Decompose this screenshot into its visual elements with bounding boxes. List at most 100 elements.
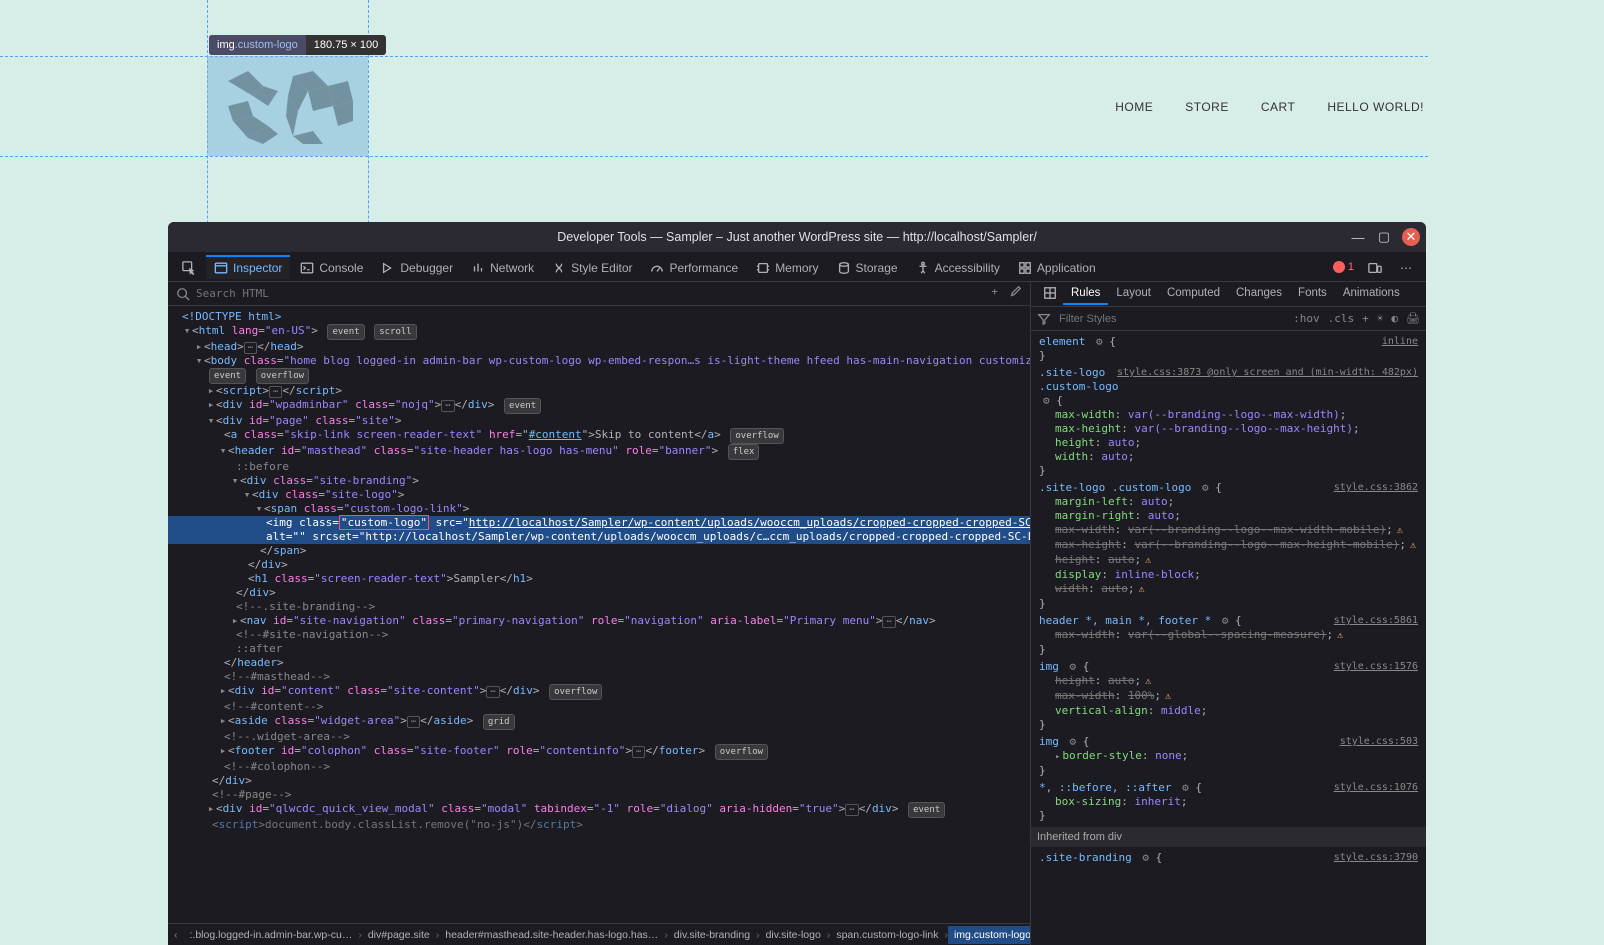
nav-link-hello[interactable]: HELLO WORLD! <box>1327 100 1424 114</box>
styles-tab-layout[interactable]: Layout <box>1108 283 1159 305</box>
breadcrumb-item-selected[interactable]: img.custom-logo <box>948 926 1030 944</box>
gear-icon: ⚙ <box>1182 781 1189 794</box>
dom-node: ▸<script>⋯</script> <box>168 384 1030 398</box>
element-tooltip: img.custom-logo 180.75 × 100 <box>209 35 386 55</box>
styles-tab-changes[interactable]: Changes <box>1228 283 1290 305</box>
styles-tab-fonts[interactable]: Fonts <box>1290 283 1335 305</box>
dom-node: ▸<div id="content" class="site-content">… <box>168 684 1030 700</box>
minimize-button[interactable]: — <box>1350 229 1366 245</box>
styles-tab-rules[interactable]: Rules <box>1063 283 1108 305</box>
tab-style-editor[interactable]: Style Editor <box>544 255 640 279</box>
gear-icon: ⚙ <box>1222 614 1229 627</box>
hov-button[interactable]: :hov <box>1293 312 1320 325</box>
dom-comment: <!--.widget-area--> <box>168 730 1030 744</box>
tab-accessibility[interactable]: Accessibility <box>908 255 1008 279</box>
cls-button[interactable]: .cls <box>1328 312 1355 325</box>
warning-icon[interactable]: ⚠ <box>1337 630 1343 641</box>
breadcrumb-item[interactable]: span.custom-logo-link <box>830 926 944 944</box>
bc-scroll-left[interactable]: ‹ <box>168 929 184 941</box>
print-button[interactable]: 🖨 <box>1406 312 1420 325</box>
css-rule[interactable]: img ⚙ {style.css:1576 height: auto;⚠ max… <box>1039 660 1418 732</box>
tab-memory[interactable]: Memory <box>748 255 826 279</box>
dom-node: ▸<head>⋯</head> <box>168 340 1030 354</box>
add-rule-button[interactable]: + <box>1362 312 1369 325</box>
css-rule[interactable]: header *, main *, footer * ⚙ {style.css:… <box>1039 614 1418 657</box>
dom-node: <a class="skip-link screen-reader-text" … <box>168 428 1030 444</box>
layout-icon[interactable] <box>1037 282 1063 307</box>
gear-icon: ⚙ <box>1202 481 1209 494</box>
devtools-window: Developer Tools — Sampler – Just another… <box>168 222 1426 945</box>
warning-icon[interactable]: ⚠ <box>1139 584 1145 595</box>
dom-node: <!DOCTYPE html> <box>168 310 1030 324</box>
nav-link-cart[interactable]: CART <box>1261 100 1295 114</box>
rules-list[interactable]: element ⚙ {inline} .site-logostyle.css:3… <box>1031 331 1426 945</box>
dom-comment: <!--#site-navigation--> <box>168 628 1030 642</box>
light-scheme-button[interactable]: ☀ <box>1377 312 1384 325</box>
dom-node: </span> <box>168 544 1030 558</box>
inherited-header: Inherited from div <box>1031 827 1426 847</box>
css-rule[interactable]: img ⚙ {style.css:503 ▸border-style: none… <box>1039 735 1418 778</box>
warning-icon[interactable]: ⚠ <box>1145 676 1151 687</box>
tab-storage[interactable]: Storage <box>829 255 906 279</box>
styles-tab-animations[interactable]: Animations <box>1335 283 1408 305</box>
warning-icon[interactable]: ⚠ <box>1145 555 1151 566</box>
filter-input[interactable] <box>1059 313 1285 325</box>
tab-debugger[interactable]: Debugger <box>373 255 461 279</box>
dom-node: <h1 class="screen-reader-text">Sampler</… <box>168 572 1030 586</box>
warning-icon[interactable]: ⚠ <box>1410 540 1416 551</box>
tab-performance[interactable]: Performance <box>642 255 746 279</box>
dom-node: event overflow <box>168 368 1030 384</box>
dom-node: ▸<div id="qlwcdc_quick_view_modal" class… <box>168 802 1030 818</box>
tab-console[interactable]: Console <box>292 255 371 279</box>
css-rule[interactable]: element ⚙ {inline} <box>1039 335 1418 363</box>
selected-element-highlight <box>207 56 368 156</box>
dom-node: ▾<html lang="en-US"> event scroll <box>168 324 1030 340</box>
add-node-button[interactable]: + <box>991 285 998 302</box>
filter-row: :hov .cls + ☀ ◐ 🖨 <box>1031 307 1426 331</box>
css-rule[interactable]: .site-logo .custom-logo ⚙ {style.css:386… <box>1039 481 1418 611</box>
gear-icon: ⚙ <box>1142 851 1149 864</box>
devtools-toolbar: Inspector Console Debugger Network Style… <box>168 252 1426 282</box>
styles-panel: Rules Layout Computed Changes Fonts Anim… <box>1031 282 1426 945</box>
gear-icon: ⚙ <box>1096 335 1103 348</box>
warning-icon[interactable]: ⚠ <box>1165 691 1171 702</box>
breadcrumb-item[interactable]: div#page.site <box>362 926 436 944</box>
eyedropper-button[interactable] <box>1008 285 1022 302</box>
search-input[interactable] <box>196 287 985 300</box>
dom-node: </div> <box>168 586 1030 600</box>
error-count[interactable]: 1 <box>1329 260 1358 274</box>
warning-icon[interactable]: ⚠ <box>1397 525 1403 536</box>
dom-comment: <!--#page--> <box>168 788 1030 802</box>
responsive-mode-button[interactable] <box>1360 255 1390 279</box>
kebab-menu[interactable]: ⋯ <box>1392 255 1420 279</box>
dom-node: </header> <box>168 656 1030 670</box>
search-icon <box>176 287 190 301</box>
titlebar[interactable]: Developer Tools — Sampler – Just another… <box>168 222 1426 252</box>
css-rule[interactable]: .site-branding ⚙ {style.css:3790 <box>1039 851 1418 865</box>
styles-tab-computed[interactable]: Computed <box>1159 283 1228 305</box>
maximize-button[interactable]: ▢ <box>1376 229 1392 245</box>
breadcrumb-item[interactable]: header#masthead.site-header.has-logo.has… <box>439 926 664 944</box>
window-title: Developer Tools — Sampler – Just another… <box>557 230 1037 244</box>
pick-element-button[interactable] <box>174 255 204 279</box>
tab-inspector[interactable]: Inspector <box>206 255 290 279</box>
breadcrumb-item[interactable]: div.site-branding <box>668 926 756 944</box>
dom-tree[interactable]: <!DOCTYPE html> ▾<html lang="en-US"> eve… <box>168 306 1030 923</box>
breadcrumb-item[interactable]: div.site-logo <box>760 926 827 944</box>
breadcrumb-item[interactable]: :.blog.logged-in.admin-bar.wp-cu… <box>184 926 359 944</box>
tab-application[interactable]: Application <box>1010 255 1104 279</box>
nav-link-store[interactable]: STORE <box>1185 100 1229 114</box>
nav-link-home[interactable]: HOME <box>1115 100 1153 114</box>
dom-node: ▸<footer id="colophon" class="site-foote… <box>168 744 1030 760</box>
filter-icon <box>1037 312 1051 326</box>
css-rule[interactable]: .site-logostyle.css:3873 @only screen an… <box>1039 366 1418 478</box>
dom-node: ▸<aside class="widget-area">⋯</aside> gr… <box>168 714 1030 730</box>
gear-icon: ⚙ <box>1043 394 1050 407</box>
css-rule[interactable]: *, ::before, ::after ⚙ {style.css:1076 b… <box>1039 781 1418 823</box>
close-button[interactable]: ✕ <box>1402 228 1420 246</box>
dom-search-bar: + <box>168 282 1030 306</box>
dark-scheme-button[interactable]: ◐ <box>1391 312 1398 325</box>
tab-network[interactable]: Network <box>463 255 542 279</box>
dom-node: ▸<div id="wpadminbar" class="nojq">⋯</di… <box>168 398 1030 414</box>
dom-pseudo: ::before <box>168 460 1030 474</box>
